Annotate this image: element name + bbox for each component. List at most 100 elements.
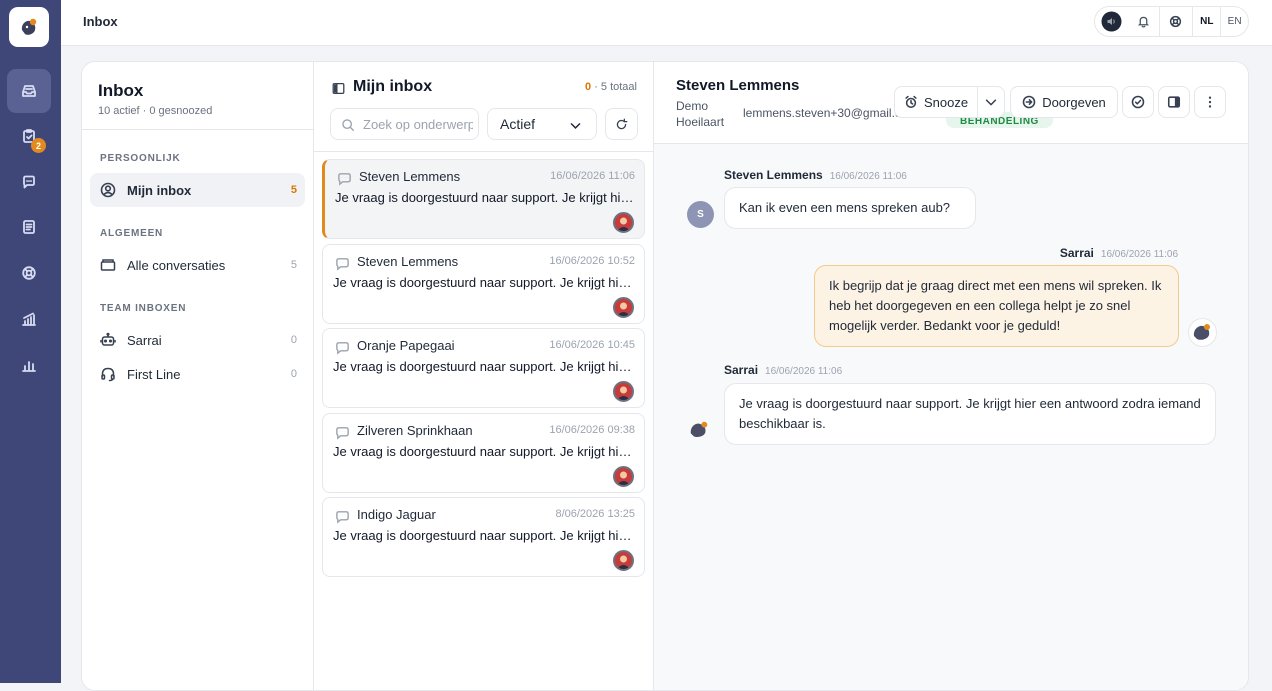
rail-documents-button[interactable] <box>7 205 51 249</box>
snooze-label: Snooze <box>923 94 969 110</box>
rail-support-button[interactable] <box>7 251 51 295</box>
lifebuoy-icon <box>1170 15 1182 28</box>
toggle-details-panel-button[interactable] <box>1158 86 1190 118</box>
language-en-button[interactable]: EN <box>1221 6 1248 37</box>
top-toolbar: NL EN <box>1094 6 1249 37</box>
message-time: 16/06/2026 11:06 <box>1100 249 1178 260</box>
conversation-item[interactable]: Oranje Papegaai 16/06/2026 10:45 Je vraa… <box>322 328 645 408</box>
conversation-item[interactable]: Indigo Jaguar 8/06/2026 13:25 Je vraag i… <box>322 497 645 577</box>
user-circle-icon <box>100 182 116 198</box>
sarrai-avatar-icon <box>690 421 708 438</box>
inbox-workspace: Inbox 10 actief · 0 gesnoozed PERSOONLIJ… <box>81 61 1249 691</box>
conversation-contact: Indigo Jaguar <box>357 507 436 522</box>
refresh-button[interactable] <box>605 108 638 140</box>
conversation-preview: Je vraag is doorgestuurd naar support. J… <box>333 359 638 374</box>
speaker-icon <box>1101 11 1122 32</box>
nav-all-conversations[interactable]: Alle conversaties 5 <box>90 248 305 282</box>
message-time: 16/06/2026 11:06 <box>765 366 843 377</box>
robot-icon <box>100 332 116 346</box>
conversation-time: 16/06/2026 10:45 <box>549 339 635 351</box>
contact-company: Demo Hoeilaart <box>676 99 725 129</box>
page-title: Inbox <box>83 14 118 29</box>
conversation-time: 16/06/2026 10:52 <box>549 255 635 267</box>
sarrai-logo-icon <box>21 18 37 35</box>
rail-chat-button[interactable] <box>7 160 51 204</box>
inbox-icon <box>22 85 36 97</box>
bar-chart-rising-icon <box>22 312 36 326</box>
conversation-time: 16/06/2026 09:38 <box>549 424 635 436</box>
conversation-contact: Steven Lemmens <box>357 254 459 269</box>
notifications-button[interactable] <box>1129 6 1159 37</box>
message-meta: Sarrai 16/06/2026 11:06 <box>1060 246 1178 260</box>
chat-icon <box>338 173 351 186</box>
conversation-item[interactable]: Zilveren Sprinkhaan 16/06/2026 09:38 Je … <box>322 413 645 493</box>
inbox-tray-icon <box>100 259 116 271</box>
side-panel-icon <box>1167 96 1181 108</box>
list-title: Mijn inbox <box>353 78 433 95</box>
conversation-item[interactable]: Steven Lemmens 16/06/2026 10:52 Je vraag… <box>322 244 645 324</box>
chat-icon <box>336 258 349 271</box>
status-filter-value: Actief <box>500 116 536 132</box>
headset-icon <box>101 367 115 382</box>
more-options-button[interactable] <box>1194 86 1226 118</box>
person-avatar-icon <box>617 471 630 485</box>
conversation-time: 16/06/2026 11:06 <box>550 170 635 182</box>
contact-name: Steven Lemmens <box>676 77 800 94</box>
agent-avatar <box>613 297 634 318</box>
rail-reports-button[interactable] <box>7 297 51 341</box>
rail-analytics-button[interactable] <box>7 343 51 387</box>
rail-inbox-button[interactable] <box>7 69 51 113</box>
chat-icon <box>336 511 349 524</box>
forward-label: Doorgeven <box>1042 94 1106 110</box>
sidebar-toggle-icon[interactable] <box>332 82 345 95</box>
resolve-button[interactable] <box>1122 86 1154 118</box>
snooze-options-button[interactable] <box>977 86 1005 118</box>
conversation-list-header: Mijn inbox 0 · 5 totaal Actief <box>314 62 653 152</box>
conversation-header: Steven Lemmens Demo Hoeilaart lemmens.st… <box>654 62 1248 144</box>
alarm-clock-icon <box>905 95 917 109</box>
app-logo[interactable] <box>9 7 49 47</box>
status-filter-select[interactable]: Actief <box>487 108 597 140</box>
message-meta: Steven Lemmens 16/06/2026 11:06 <box>724 168 907 182</box>
arrow-right-circle-icon <box>1022 95 1036 109</box>
section-team-inboxes: TEAM INBOXEN <box>100 303 187 314</box>
message-sender: Sarrai <box>724 363 759 377</box>
conversation-contact: Zilveren Sprinkhaan <box>357 423 473 438</box>
message-meta: Sarrai 16/06/2026 11:06 <box>724 363 842 377</box>
message-bubble: Je vraag is doorgestuurd naar support. J… <box>724 383 1216 445</box>
search-box[interactable] <box>330 108 479 140</box>
nav-count: 0 <box>290 368 297 380</box>
rail-tasks-button[interactable]: 2 <box>7 114 51 158</box>
nav-count: 5 <box>290 259 297 271</box>
forward-button[interactable]: Doorgeven <box>1010 86 1118 118</box>
conversation-contact: Steven Lemmens <box>359 169 461 184</box>
contact-avatar: S <box>687 201 714 228</box>
conversation-preview: Je vraag is doorgestuurd naar support. J… <box>333 275 638 290</box>
nav-count: 0 <box>290 334 297 346</box>
nav-my-inbox[interactable]: Mijn inbox 5 <box>90 173 305 207</box>
bar-chart-icon <box>22 361 36 372</box>
tasks-count-badge: 2 <box>31 138 46 153</box>
search-input[interactable] <box>363 116 473 132</box>
inbox-summary: 10 actief · 0 gesnoozed <box>98 105 213 117</box>
sound-toggle[interactable] <box>1095 6 1129 37</box>
nav-count: 5 <box>290 184 297 196</box>
conversation-item[interactable]: Steven Lemmens 16/06/2026 11:06 Je vraag… <box>322 159 645 239</box>
lifebuoy-icon <box>22 266 36 280</box>
language-nl-button[interactable]: NL <box>1193 6 1220 37</box>
conversation-detail: Steven Lemmens Demo Hoeilaart lemmens.st… <box>654 62 1248 690</box>
list-totals: 0 · 5 totaal <box>585 81 637 93</box>
snooze-button[interactable]: Snooze <box>894 86 978 118</box>
more-vertical-icon <box>1208 96 1212 108</box>
nav-team-first-line[interactable]: First Line 0 <box>90 357 305 391</box>
nav-team-sarrai[interactable]: Sarrai 0 <box>90 323 305 357</box>
contact-email: lemmens.steven+30@gmail.com <box>743 106 898 120</box>
agent-avatar <box>613 381 634 402</box>
document-list-icon <box>23 220 35 234</box>
open-count: 0 <box>585 81 592 93</box>
chat-icon <box>336 427 349 440</box>
message-bubble: Kan ik even een mens spreken aub? <box>724 187 976 229</box>
agent-avatar <box>613 466 634 487</box>
nav-label: Alle conversaties <box>127 257 226 273</box>
help-button[interactable] <box>1160 6 1193 37</box>
